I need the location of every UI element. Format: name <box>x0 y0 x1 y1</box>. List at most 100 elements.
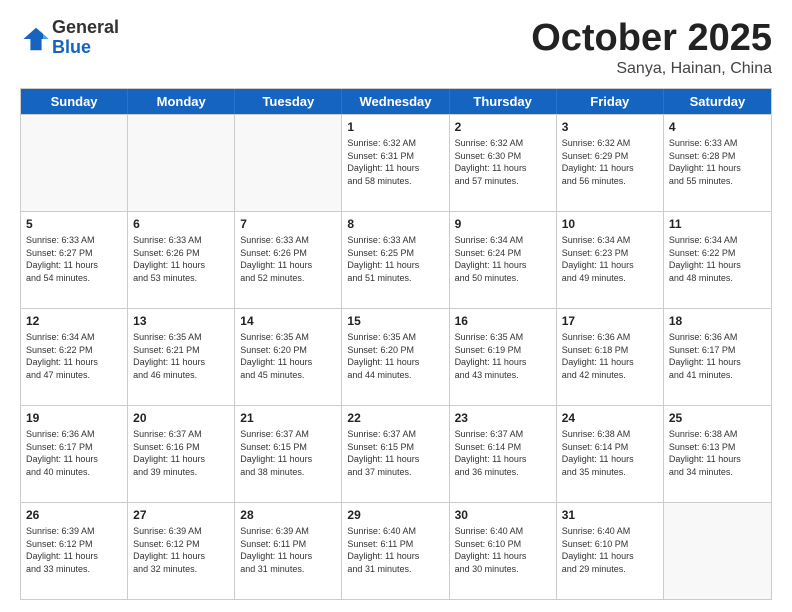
empty-cell <box>128 115 235 211</box>
day-cell-19: 19 Sunrise: 6:36 AM Sunset: 6:17 PM Dayli… <box>21 406 128 502</box>
day-cell-31: 31Sunrise: 6:40 AM Sunset: 6:10 PM Dayli… <box>557 503 664 599</box>
cell-info: Sunrise: 6:33 AM Sunset: 6:27 PM Dayligh… <box>26 234 122 284</box>
day-cell-4: 4 Sunrise: 6:33 AM Sunset: 6:28 PM Daylig… <box>664 115 771 211</box>
cell-info: Sunrise: 6:37 AM Sunset: 6:15 PM Dayligh… <box>347 428 443 478</box>
calendar-header: SundayMondayTuesdayWednesdayThursdayFrid… <box>21 89 771 114</box>
day-number: 7 <box>240 216 336 232</box>
day-number: 11 <box>669 216 766 232</box>
cell-info: Sunrise: 6:33 AM Sunset: 6:26 PM Dayligh… <box>240 234 336 284</box>
day-number: 22 <box>347 410 443 426</box>
day-number: 4 <box>669 119 766 135</box>
day-cell-15: 15 Sunrise: 6:35 AM Sunset: 6:20 PM Dayli… <box>342 309 449 405</box>
cell-info: Sunrise: 6:34 AM Sunset: 6:24 PM Dayligh… <box>455 234 551 284</box>
week-row-4: 26 Sunrise: 6:39 AM Sunset: 6:12 PM Dayli… <box>21 502 771 599</box>
cell-info: Sunrise: 6:36 AM Sunset: 6:18 PM Dayligh… <box>562 331 658 381</box>
day-cell-3: 3 Sunrise: 6:32 AM Sunset: 6:29 PM Daylig… <box>557 115 664 211</box>
day-cell-8: 8 Sunrise: 6:33 AM Sunset: 6:25 PM Daylig… <box>342 212 449 308</box>
day-number: 18 <box>669 313 766 329</box>
cell-info: Sunrise: 6:35 AM Sunset: 6:21 PM Dayligh… <box>133 331 229 381</box>
cell-info: Sunrise: 6:34 AM Sunset: 6:22 PM Dayligh… <box>669 234 766 284</box>
header: General Blue October 2025 Sanya, Hainan,… <box>20 18 772 78</box>
day-cell-9: 9 Sunrise: 6:34 AM Sunset: 6:24 PM Daylig… <box>450 212 557 308</box>
cell-info: Sunrise: 6:34 AM Sunset: 6:23 PM Dayligh… <box>562 234 658 284</box>
day-number: 10 <box>562 216 658 232</box>
day-cell-24: 24 Sunrise: 6:38 AM Sunset: 6:14 PM Dayli… <box>557 406 664 502</box>
day-cell-13: 13 Sunrise: 6:35 AM Sunset: 6:21 PM Dayli… <box>128 309 235 405</box>
header-day-thursday: Thursday <box>450 89 557 114</box>
cell-info: Sunrise: 6:33 AM Sunset: 6:26 PM Dayligh… <box>133 234 229 284</box>
day-number: 9 <box>455 216 551 232</box>
cell-info: Sunrise: 6:35 AM Sunset: 6:20 PM Dayligh… <box>240 331 336 381</box>
cell-info: Sunrise: 6:37 AM Sunset: 6:14 PM Dayligh… <box>455 428 551 478</box>
cell-info: Sunrise: 6:40 AM Sunset: 6:10 PM Dayligh… <box>562 525 658 575</box>
day-cell-17: 17 Sunrise: 6:36 AM Sunset: 6:18 PM Dayli… <box>557 309 664 405</box>
day-number: 15 <box>347 313 443 329</box>
week-row-0: 1 Sunrise: 6:32 AM Sunset: 6:31 PM Daylig… <box>21 114 771 211</box>
day-cell-21: 21 Sunrise: 6:37 AM Sunset: 6:15 PM Dayli… <box>235 406 342 502</box>
day-number: 12 <box>26 313 122 329</box>
week-row-3: 19 Sunrise: 6:36 AM Sunset: 6:17 PM Dayli… <box>21 405 771 502</box>
cell-info: Sunrise: 6:36 AM Sunset: 6:17 PM Dayligh… <box>26 428 122 478</box>
cell-info: Sunrise: 6:32 AM Sunset: 6:30 PM Dayligh… <box>455 137 551 187</box>
cell-info: Sunrise: 6:38 AM Sunset: 6:14 PM Dayligh… <box>562 428 658 478</box>
cell-info: Sunrise: 6:37 AM Sunset: 6:15 PM Dayligh… <box>240 428 336 478</box>
cell-info: Sunrise: 6:32 AM Sunset: 6:31 PM Dayligh… <box>347 137 443 187</box>
logo-icon <box>22 25 50 53</box>
cell-info: Sunrise: 6:37 AM Sunset: 6:16 PM Dayligh… <box>133 428 229 478</box>
day-number: 1 <box>347 119 443 135</box>
day-number: 24 <box>562 410 658 426</box>
week-row-2: 12 Sunrise: 6:34 AM Sunset: 6:22 PM Dayli… <box>21 308 771 405</box>
cell-info: Sunrise: 6:33 AM Sunset: 6:28 PM Dayligh… <box>669 137 766 187</box>
day-number: 8 <box>347 216 443 232</box>
logo-blue-text: Blue <box>52 38 119 58</box>
day-cell-27: 27Sunrise: 6:39 AM Sunset: 6:12 PM Dayli… <box>128 503 235 599</box>
day-number: 14 <box>240 313 336 329</box>
day-number: 2 <box>455 119 551 135</box>
empty-cell <box>235 115 342 211</box>
cell-info: Sunrise: 6:32 AM Sunset: 6:29 PM Dayligh… <box>562 137 658 187</box>
location: Sanya, Hainan, China <box>531 60 772 78</box>
header-day-monday: Monday <box>128 89 235 114</box>
day-number: 25 <box>669 410 766 426</box>
cell-info: Sunrise: 6:35 AM Sunset: 6:20 PM Dayligh… <box>347 331 443 381</box>
header-day-wednesday: Wednesday <box>342 89 449 114</box>
day-cell-7: 7 Sunrise: 6:33 AM Sunset: 6:26 PM Daylig… <box>235 212 342 308</box>
day-number: 28 <box>240 507 336 523</box>
day-cell-25: 25Sunrise: 6:38 AM Sunset: 6:13 PM Dayli… <box>664 406 771 502</box>
day-number: 6 <box>133 216 229 232</box>
day-cell-6: 6 Sunrise: 6:33 AM Sunset: 6:26 PM Daylig… <box>128 212 235 308</box>
header-day-tuesday: Tuesday <box>235 89 342 114</box>
day-number: 5 <box>26 216 122 232</box>
empty-cell <box>21 115 128 211</box>
empty-cell <box>664 503 771 599</box>
cell-info: Sunrise: 6:34 AM Sunset: 6:22 PM Dayligh… <box>26 331 122 381</box>
day-cell-11: 11 Sunrise: 6:34 AM Sunset: 6:22 PM Dayli… <box>664 212 771 308</box>
cell-info: Sunrise: 6:39 AM Sunset: 6:12 PM Dayligh… <box>26 525 122 575</box>
header-day-sunday: Sunday <box>21 89 128 114</box>
day-cell-28: 28Sunrise: 6:39 AM Sunset: 6:11 PM Dayli… <box>235 503 342 599</box>
day-number: 3 <box>562 119 658 135</box>
day-cell-23: 23 Sunrise: 6:37 AM Sunset: 6:14 PM Dayli… <box>450 406 557 502</box>
day-cell-1: 1 Sunrise: 6:32 AM Sunset: 6:31 PM Daylig… <box>342 115 449 211</box>
day-cell-22: 22 Sunrise: 6:37 AM Sunset: 6:15 PM Dayli… <box>342 406 449 502</box>
cell-info: Sunrise: 6:33 AM Sunset: 6:25 PM Dayligh… <box>347 234 443 284</box>
cell-info: Sunrise: 6:36 AM Sunset: 6:17 PM Dayligh… <box>669 331 766 381</box>
calendar-body: 1 Sunrise: 6:32 AM Sunset: 6:31 PM Daylig… <box>21 114 771 599</box>
day-cell-20: 20Sunrise: 6:37 AM Sunset: 6:16 PM Dayli… <box>128 406 235 502</box>
title-block: October 2025 Sanya, Hainan, China <box>531 18 772 78</box>
header-day-saturday: Saturday <box>664 89 771 114</box>
month-title: October 2025 <box>531 18 772 60</box>
day-cell-12: 12 Sunrise: 6:34 AM Sunset: 6:22 PM Dayli… <box>21 309 128 405</box>
day-number: 29 <box>347 507 443 523</box>
day-number: 23 <box>455 410 551 426</box>
day-number: 19 <box>26 410 122 426</box>
day-cell-14: 14 Sunrise: 6:35 AM Sunset: 6:20 PM Dayli… <box>235 309 342 405</box>
day-number: 17 <box>562 313 658 329</box>
day-number: 21 <box>240 410 336 426</box>
day-number: 13 <box>133 313 229 329</box>
day-number: 30 <box>455 507 551 523</box>
day-number: 26 <box>26 507 122 523</box>
day-cell-5: 5 Sunrise: 6:33 AM Sunset: 6:27 PM Daylig… <box>21 212 128 308</box>
page: General Blue October 2025 Sanya, Hainan,… <box>0 0 792 612</box>
cell-info: Sunrise: 6:40 AM Sunset: 6:11 PM Dayligh… <box>347 525 443 575</box>
